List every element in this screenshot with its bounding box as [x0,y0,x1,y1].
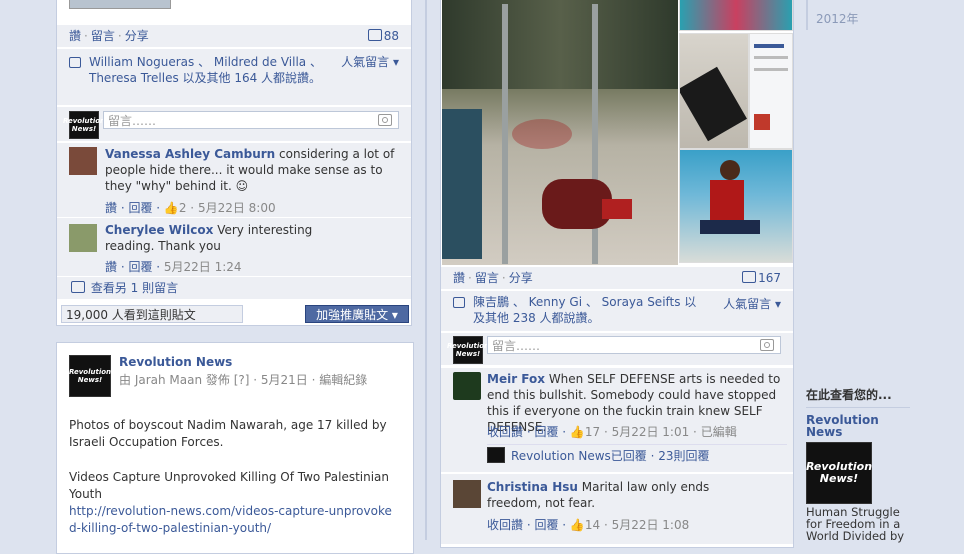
page-avatar[interactable]: Revolution News! [69,355,111,397]
comment-item: Vanessa Ashley Camburn considering a lot… [57,142,411,217]
timeline-spine [425,0,427,540]
sort-dropdown[interactable]: 人氣留言 ▾ [341,54,399,70]
comment-time[interactable]: 5月22日 1:01 · 已編輯 [612,425,737,439]
boost-post-button[interactable]: 加強推廣貼文 ▾ [305,305,409,323]
chevron-down-icon: ▾ [391,308,398,322]
camera-icon[interactable] [378,114,392,126]
thumbs-up-icon [69,57,81,68]
comment-bubble-icon [71,281,85,293]
comment-item: Cherylee Wilcox Very interesting reading… [57,217,411,276]
likes-summary: 陳吉鵬 、 Kenny Gi 、 Soraya Seifts 以及其他 238 … [441,291,793,331]
comment-bubble-icon [742,271,757,283]
page-name[interactable]: Revolution News [119,355,232,369]
likes-names[interactable]: William Nogueras 、 Mildred de Villa 、 Th… [89,55,322,85]
comment-item: Christina Hsu Marital law only ends free… [441,473,793,544]
comment-input[interactable]: 留言…… [487,336,781,354]
post-actions-bar: 讚 · 留言 · 分享 167 [441,267,793,289]
camera-icon[interactable] [760,339,774,351]
comment-time[interactable]: 5月22日 1:24 [164,260,242,274]
thumb-photo-3[interactable] [679,149,793,263]
comment-link[interactable]: 留言 [475,271,499,285]
sidebar-page-image[interactable]: Revolution News! [806,442,872,504]
likes-names[interactable]: 陳吉鵬 、 Kenny Gi 、 Soraya Seifts 以及其他 238 … [473,295,696,325]
sidebar-page-name[interactable]: Revolution News [806,414,910,438]
comment-compose: Revolution News! 留言…… [57,107,411,141]
like-link[interactable]: 讚 [69,29,81,43]
share-link[interactable]: 分享 [509,271,533,285]
commenter-name[interactable]: Meir Fox [487,372,545,386]
comment-meta: 收回讚 · 回覆 · 👍14 · 5月22日 1:08 [487,516,689,533]
post-actions-bar: 讚 · 留言 · 分享 88 [57,25,411,47]
comment-actions[interactable]: 收回讚 · 回覆 · [487,518,570,532]
comment-input[interactable]: 留言…… [103,111,399,129]
comment-count[interactable]: 167 [742,267,781,289]
sidebar-heading: 在此查看您的... [806,386,910,408]
avatar: Revolution News! [447,336,489,364]
comment-time[interactable]: 5月22日 8:00 [198,201,276,215]
like-count[interactable]: 👍17 · [570,425,612,439]
share-link[interactable]: 分享 [125,29,149,43]
reply-avatar [487,447,505,463]
thumb-screenshot[interactable] [749,33,793,149]
commenter-name[interactable]: Christina Hsu [487,480,578,494]
likes-summary: William Nogueras 、 Mildred de Villa 、 Th… [57,49,411,105]
sidebar-caption: Human Struggle for Freedom in a World Di… [806,505,905,543]
commenter-avatar[interactable] [453,372,481,400]
commenter-avatar[interactable] [69,147,97,175]
post-link[interactable]: http://revolution-news.com/videos-captur… [69,503,399,537]
comment-meta: 讚 · 回覆 · 5月22日 1:24 [105,258,242,275]
commenter-name[interactable]: Vanessa Ashley Camburn [105,147,275,161]
main-photo[interactable] [442,0,678,265]
thumb-photo-2[interactable] [679,33,749,149]
news-post-card: Revolution News! Revolution News 由 Jarah… [56,342,414,554]
like-count[interactable]: 👍14 · [570,518,612,532]
comment-actions[interactable]: 收回讚 · 回覆 · [487,425,570,439]
like-link[interactable]: 讚 [453,271,465,285]
commenter-name[interactable]: Cherylee Wilcox [105,223,213,237]
like-count[interactable]: 👍2 · [164,201,198,215]
sort-dropdown[interactable]: 人氣留言 ▾ [723,296,781,312]
comment-time[interactable]: 5月22日 1:08 [612,518,690,532]
comment-count[interactable]: 88 [367,25,399,47]
post-image-strip [69,0,171,9]
reply-summary[interactable]: Revolution News已回覆 · 23則回覆 [487,444,787,467]
comment-meta: 讚 · 回覆 · 👍2 · 5月22日 8:00 [105,199,276,216]
year-nav: 2012年 [806,0,859,30]
right-post-card: 讚 · 留言 · 分享 167 陳吉鵬 、 Kenny Gi 、 Soraya Seif… [440,0,794,548]
comment-link[interactable]: 留言 [91,29,115,43]
commenter-avatar[interactable] [69,224,97,252]
commenter-avatar[interactable] [453,480,481,508]
comment-item: Meir Fox When SELF DEFENSE arts is neede… [441,367,793,472]
comment-compose: Revolution News! 留言…… [441,333,793,365]
left-post-card: 讚 · 留言 · 分享 88 William Nogueras 、 Mildred de… [56,0,412,326]
comment-actions[interactable]: 讚 · 回覆 · [105,201,164,215]
post-body-video: Videos Capture Unprovoked Killing Of Two… [69,470,390,501]
post-body: Photos of boyscout Nadim Nawarah, age 17… [69,418,387,449]
thumbs-up-icon [453,297,465,308]
year-link[interactable]: 2012年 [816,10,859,27]
comment-meta: 收回讚 · 回覆 · 👍17 · 5月22日 1:01 · 已編輯 [487,423,737,440]
view-more-comments[interactable]: 查看另 1 則留言 [57,277,411,299]
reach-box: 19,000 人看到這則貼文 [61,305,243,323]
post-byline: 由 Jarah Maan 發佈 [?] · 5月21日 · 編輯紀錄 [119,373,368,387]
comment-actions[interactable]: 讚 · 回覆 · [105,260,164,274]
avatar: Revolution News! [63,111,105,139]
comment-bubble-icon [367,29,382,41]
thumb-photo-1[interactable] [679,0,793,31]
